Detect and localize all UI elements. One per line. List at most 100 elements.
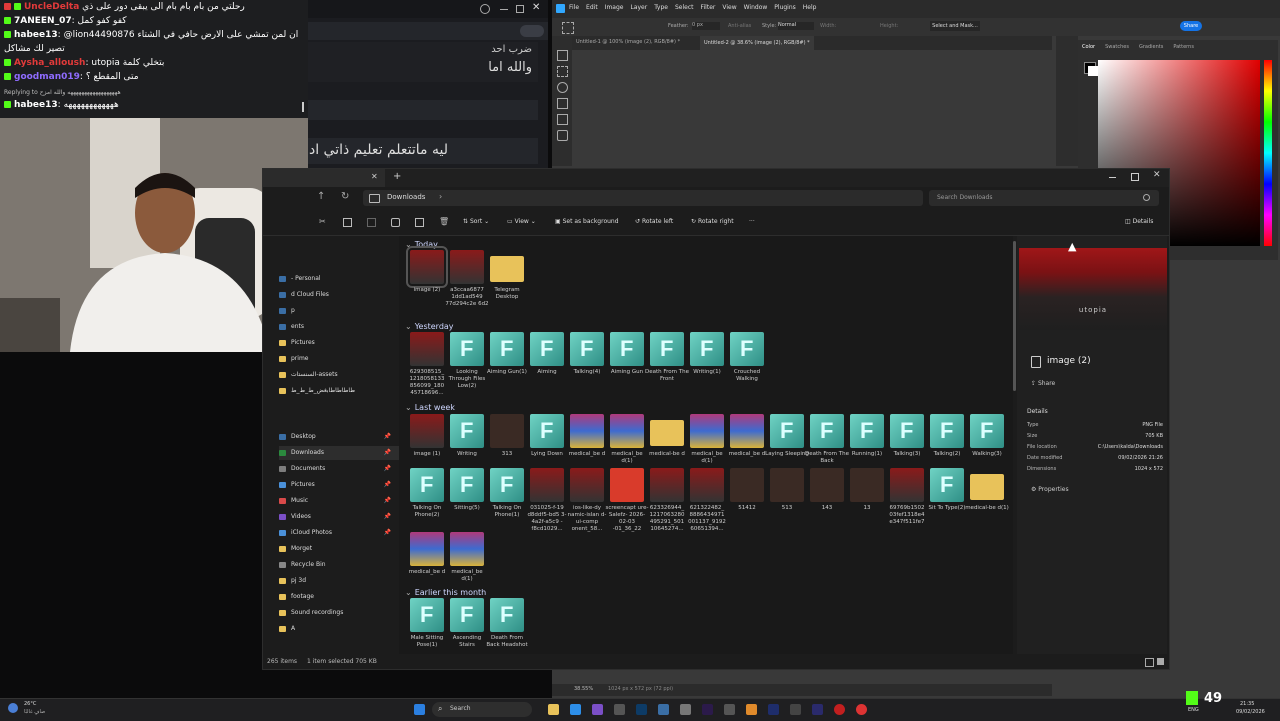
maximize-icon[interactable] bbox=[1131, 173, 1139, 181]
ai-button[interactable] bbox=[520, 25, 544, 37]
ps-menu-item[interactable]: View bbox=[722, 4, 736, 11]
fbx-file-icon[interactable]: F bbox=[730, 332, 764, 366]
nav-item[interactable]: p bbox=[279, 304, 399, 318]
file-name[interactable]: Writing bbox=[445, 451, 489, 458]
eyedropper-tool-icon[interactable] bbox=[557, 130, 568, 141]
ps-menu-item[interactable]: Edit bbox=[586, 4, 598, 11]
details-pane-button[interactable]: ◫ Details bbox=[1125, 216, 1153, 228]
nav-item[interactable]: ents bbox=[279, 320, 399, 334]
app-taskbar-icon[interactable] bbox=[724, 704, 735, 715]
image-thumbnail[interactable] bbox=[890, 468, 924, 502]
address-bar[interactable]: Downloads › bbox=[363, 190, 923, 206]
nav-item-pinned[interactable]: Music 📌 bbox=[279, 494, 399, 508]
chevron-right-icon[interactable]: › bbox=[439, 192, 442, 201]
image-thumbnail[interactable] bbox=[410, 414, 444, 448]
fbx-file-icon[interactable]: F bbox=[930, 468, 964, 502]
chevron-down-icon[interactable]: ⌄ bbox=[405, 403, 412, 412]
file-name[interactable]: Death From Back Headshot bbox=[485, 635, 529, 649]
ps-menu-item[interactable]: Type bbox=[654, 4, 668, 11]
archive-file-icon[interactable] bbox=[610, 414, 644, 448]
file-name[interactable]: image (2) bbox=[405, 287, 449, 294]
file-explorer-taskbar-icon[interactable] bbox=[548, 704, 559, 715]
folder-icon[interactable] bbox=[650, 420, 684, 446]
weather-icon[interactable] bbox=[8, 703, 18, 713]
nav-item-pinned[interactable]: Sound recordings bbox=[279, 606, 399, 620]
panel-tab[interactable]: Gradients bbox=[1139, 44, 1163, 50]
image-thumbnail[interactable] bbox=[406, 246, 448, 288]
language-indicator[interactable]: ENG bbox=[1188, 707, 1199, 713]
nav-item[interactable]: طاطاطاطابغض_ط_ط_ط bbox=[279, 384, 399, 398]
nav-item-pinned[interactable]: Downloads 📌 bbox=[279, 446, 399, 460]
app-taskbar-icon[interactable] bbox=[614, 704, 625, 715]
file-name[interactable]: Talking(4) bbox=[565, 369, 609, 376]
properties-button[interactable]: ⚙ Properties bbox=[1031, 486, 1069, 493]
paste-icon[interactable] bbox=[367, 218, 376, 227]
ps-menu-item[interactable]: Image bbox=[605, 4, 624, 11]
ps-menu-item[interactable]: Filter bbox=[701, 4, 716, 11]
ps-menu-item[interactable]: Help bbox=[803, 4, 817, 11]
file-name[interactable]: Sitting(5) bbox=[445, 505, 489, 512]
nav-item[interactable]: - Personal bbox=[279, 272, 399, 286]
file-name[interactable]: 621322482_ 8886434971 001137_9192 606513… bbox=[685, 505, 729, 533]
fbx-file-icon[interactable]: F bbox=[850, 414, 884, 448]
lasso-tool-icon[interactable] bbox=[557, 82, 568, 93]
archive-file-icon[interactable] bbox=[410, 532, 444, 566]
crop-tool-icon[interactable] bbox=[557, 98, 568, 109]
nav-item-pinned[interactable]: pj 3d bbox=[279, 574, 399, 588]
ps-menu-item[interactable]: Window bbox=[744, 4, 768, 11]
nav-item-pinned[interactable]: Videos 📌 bbox=[279, 510, 399, 524]
folder-icon[interactable] bbox=[970, 474, 1004, 500]
file-name[interactable]: Ascending Stairs bbox=[445, 635, 489, 649]
file-name[interactable]: Lying Down bbox=[525, 451, 569, 458]
file-name[interactable]: 031025-f-19 d8ddf5-bd5 3-4a2f-a5c9 -f8cd… bbox=[525, 505, 569, 533]
file-name[interactable]: 629308515_ 1218058133 856099_180 4571869… bbox=[405, 369, 449, 397]
fbx-file-icon[interactable]: F bbox=[490, 332, 524, 366]
minimize-icon[interactable] bbox=[1109, 177, 1116, 178]
fbx-file-icon[interactable]: F bbox=[810, 414, 844, 448]
image-thumbnail[interactable] bbox=[690, 468, 724, 502]
fbx-file-icon[interactable]: F bbox=[450, 414, 484, 448]
file-name[interactable]: 143 bbox=[805, 505, 849, 512]
fbx-file-icon[interactable]: F bbox=[930, 414, 964, 448]
search-icon[interactable] bbox=[1143, 194, 1150, 201]
list-view-icon[interactable] bbox=[1145, 658, 1154, 667]
share-button[interactable]: Share bbox=[1180, 21, 1202, 31]
file-name[interactable]: Aiming Gun(1) bbox=[485, 369, 529, 376]
select-and-mask-button[interactable]: Select and Mask... bbox=[930, 21, 980, 31]
premiere-taskbar-icon[interactable] bbox=[812, 704, 823, 715]
ps-menu-item[interactable]: Layer bbox=[630, 4, 647, 11]
nav-item[interactable]: prime bbox=[279, 352, 399, 366]
clock-date[interactable]: 09/02/2026 bbox=[1236, 709, 1265, 715]
close-icon[interactable]: ✕ bbox=[1153, 170, 1161, 180]
section-header[interactable]: ⌄ Earlier this month bbox=[405, 588, 486, 597]
nav-item[interactable]: السنستات-assets bbox=[279, 368, 399, 382]
nav-item-pinned[interactable]: Documents 📌 bbox=[279, 462, 399, 476]
file-name[interactable]: 13 bbox=[845, 505, 889, 512]
feather-input[interactable]: 0 px bbox=[692, 22, 720, 30]
file-name[interactable]: Talking On Phone(1) bbox=[485, 505, 529, 519]
file-name[interactable]: Aiming Gun bbox=[605, 369, 649, 376]
image-thumbnail[interactable] bbox=[570, 468, 604, 502]
file-name[interactable]: image (1) bbox=[405, 451, 449, 458]
more-options-icon[interactable]: ··· bbox=[749, 216, 755, 228]
rotate-right-button[interactable]: ↻ Rotate right bbox=[691, 216, 734, 228]
file-name[interactable]: Death From The Back bbox=[805, 451, 849, 465]
file-name[interactable]: ios-like-dy namic-islan d-ui-comp onent_… bbox=[565, 505, 609, 533]
file-name[interactable]: medical-be d bbox=[645, 451, 689, 458]
close-tab-icon[interactable]: ✕ bbox=[371, 172, 378, 181]
nav-item[interactable]: d Cloud Files bbox=[279, 288, 399, 302]
file-name[interactable]: Writing(1) bbox=[685, 369, 729, 376]
nav-item-pinned[interactable]: footage bbox=[279, 590, 399, 604]
vertical-scrollbar[interactable] bbox=[1013, 241, 1016, 391]
file-name[interactable]: 69769b1502 03fef1318e4 e347f511fe7 bbox=[885, 505, 929, 526]
fbx-file-icon[interactable]: F bbox=[410, 468, 444, 502]
file-name[interactable]: a3ccaa6877 1dd1ad549 77d294c2e 6d2 bbox=[445, 287, 489, 308]
move-tool-icon[interactable] bbox=[557, 50, 568, 61]
file-name[interactable]: medical_be d(1) bbox=[605, 451, 649, 465]
breadcrumb[interactable]: Downloads bbox=[387, 193, 425, 201]
panel-tab[interactable]: Color bbox=[1082, 44, 1095, 50]
opera-taskbar-icon[interactable] bbox=[834, 704, 845, 715]
view-button[interactable]: ▭ View ⌄ bbox=[507, 216, 536, 228]
fbx-file-icon[interactable]: F bbox=[570, 332, 604, 366]
fbx-file-icon[interactable]: F bbox=[690, 332, 724, 366]
